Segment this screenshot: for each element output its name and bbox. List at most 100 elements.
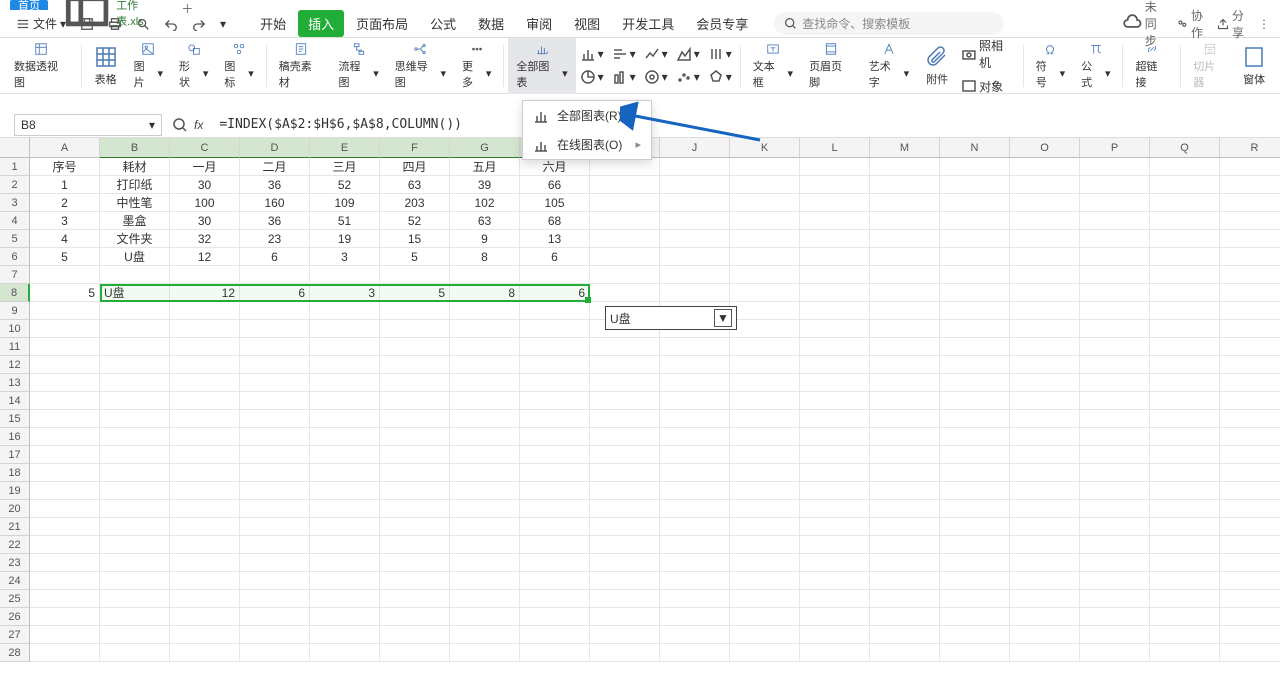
cell[interactable]	[1010, 554, 1080, 572]
cell[interactable]	[1220, 626, 1280, 644]
cell[interactable]	[240, 320, 310, 338]
tab-data[interactable]: 数据	[468, 10, 514, 37]
cell[interactable]	[1010, 536, 1080, 554]
cell[interactable]	[1080, 212, 1150, 230]
cell[interactable]	[1010, 518, 1080, 536]
cell-dropdown[interactable]: U盘 ▼	[605, 306, 737, 330]
cell[interactable]	[1010, 410, 1080, 428]
cell[interactable]	[1010, 302, 1080, 320]
cell[interactable]	[800, 572, 870, 590]
cell[interactable]	[240, 518, 310, 536]
cell[interactable]	[730, 158, 800, 176]
cell[interactable]	[590, 176, 660, 194]
cell[interactable]	[1080, 590, 1150, 608]
cell[interactable]	[730, 356, 800, 374]
cell[interactable]	[800, 644, 870, 662]
cell[interactable]	[240, 446, 310, 464]
cell[interactable]: 51	[310, 212, 380, 230]
formula-button[interactable]: 公式 ▾	[1073, 38, 1118, 94]
cell[interactable]	[520, 572, 590, 590]
cell[interactable]	[660, 446, 730, 464]
cell[interactable]	[590, 536, 660, 554]
cell[interactable]	[870, 482, 940, 500]
cell[interactable]: 13	[520, 230, 590, 248]
cell[interactable]	[100, 536, 170, 554]
cell[interactable]	[1010, 392, 1080, 410]
cell[interactable]	[1220, 554, 1280, 572]
cell[interactable]	[940, 374, 1010, 392]
cell[interactable]	[1010, 464, 1080, 482]
cell[interactable]	[30, 374, 100, 392]
cell[interactable]	[590, 500, 660, 518]
cell[interactable]	[520, 482, 590, 500]
cell[interactable]	[310, 392, 380, 410]
cell[interactable]	[940, 572, 1010, 590]
cell[interactable]	[380, 428, 450, 446]
all-charts-button[interactable]: 全部图表 ▾	[508, 38, 575, 94]
cell[interactable]	[940, 302, 1010, 320]
cell[interactable]: 203	[380, 194, 450, 212]
cell[interactable]	[800, 626, 870, 644]
cell[interactable]	[30, 428, 100, 446]
tab-start[interactable]: 开始	[250, 10, 296, 37]
cell[interactable]	[660, 284, 730, 302]
cell[interactable]	[380, 644, 450, 662]
cell[interactable]	[30, 464, 100, 482]
cell[interactable]	[1010, 590, 1080, 608]
cell[interactable]	[660, 158, 730, 176]
tab-pagelayout[interactable]: 页面布局	[346, 10, 418, 37]
cell[interactable]	[730, 428, 800, 446]
cell[interactable]	[730, 446, 800, 464]
cell[interactable]	[1010, 212, 1080, 230]
cell[interactable]	[1220, 374, 1280, 392]
cell[interactable]: 二月	[240, 158, 310, 176]
row-header[interactable]: 2	[0, 176, 30, 194]
cell[interactable]: 8	[450, 284, 520, 302]
cell[interactable]	[940, 464, 1010, 482]
cell[interactable]	[310, 410, 380, 428]
cell[interactable]	[30, 320, 100, 338]
cell[interactable]	[590, 464, 660, 482]
cell[interactable]	[660, 482, 730, 500]
row-header[interactable]: 26	[0, 608, 30, 626]
cell[interactable]	[590, 356, 660, 374]
cell[interactable]	[100, 644, 170, 662]
cell[interactable]	[100, 626, 170, 644]
cell[interactable]	[1080, 482, 1150, 500]
row-header[interactable]: 6	[0, 248, 30, 266]
cell[interactable]	[240, 428, 310, 446]
cell[interactable]: 63	[450, 212, 520, 230]
print-button[interactable]	[102, 14, 128, 34]
radar-chart-button[interactable]: ▾	[704, 67, 736, 87]
cell[interactable]	[730, 410, 800, 428]
cell[interactable]: 耗材	[100, 158, 170, 176]
cell[interactable]	[1010, 194, 1080, 212]
cell[interactable]	[170, 338, 240, 356]
cell[interactable]: 三月	[310, 158, 380, 176]
cell[interactable]	[660, 392, 730, 410]
symbol-button[interactable]: 符号 ▾	[1028, 38, 1073, 94]
cell[interactable]	[1010, 284, 1080, 302]
cell[interactable]	[240, 500, 310, 518]
cell[interactable]	[1220, 320, 1280, 338]
cell[interactable]	[590, 626, 660, 644]
cell[interactable]	[1150, 230, 1220, 248]
cell[interactable]	[520, 428, 590, 446]
customize-button[interactable]: ▾	[214, 14, 232, 34]
row-header[interactable]: 25	[0, 590, 30, 608]
cell[interactable]	[590, 518, 660, 536]
cell[interactable]	[1080, 374, 1150, 392]
cell[interactable]	[450, 392, 520, 410]
cell[interactable]	[450, 554, 520, 572]
cell[interactable]	[590, 572, 660, 590]
cell[interactable]	[870, 392, 940, 410]
share-button[interactable]: 分享	[1217, 7, 1244, 41]
cell[interactable]	[1080, 518, 1150, 536]
cell[interactable]	[870, 554, 940, 572]
cell[interactable]	[30, 500, 100, 518]
cell[interactable]	[730, 554, 800, 572]
cell[interactable]	[870, 410, 940, 428]
cell[interactable]: 30	[170, 176, 240, 194]
row-header[interactable]: 23	[0, 554, 30, 572]
cell[interactable]	[170, 608, 240, 626]
